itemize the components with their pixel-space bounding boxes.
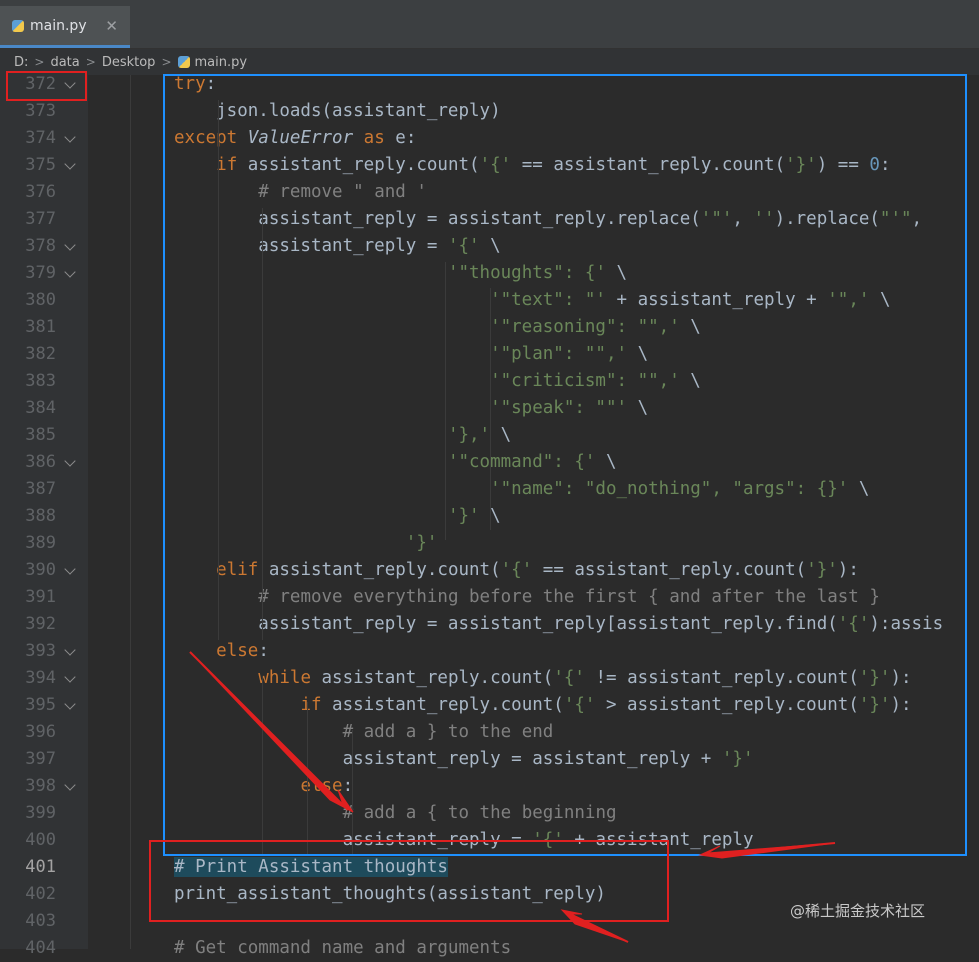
chevron-right-icon: > <box>161 55 172 69</box>
breadcrumb-item-file[interactable]: main.py <box>195 55 248 70</box>
python-file-icon <box>177 56 190 68</box>
line-number: 382 <box>25 344 56 364</box>
line-number: 395 <box>25 695 56 715</box>
fold-chevron-icon[interactable] <box>64 239 76 251</box>
line-number: 400 <box>25 830 56 850</box>
line-number: 403 <box>25 911 56 931</box>
fold-chevron-icon[interactable] <box>64 563 76 575</box>
line-number: 384 <box>25 398 56 418</box>
line-number: 374 <box>25 128 56 148</box>
line-number: 385 <box>25 425 56 445</box>
fold-chevron-icon[interactable] <box>64 698 76 710</box>
line-number: 391 <box>25 587 56 607</box>
fold-chevron-icon[interactable] <box>64 779 76 791</box>
line-number: 394 <box>25 668 56 688</box>
fold-chevron-icon[interactable] <box>64 158 76 170</box>
fold-chevron-icon[interactable] <box>64 455 76 467</box>
line-number: 396 <box>25 722 56 742</box>
chevron-right-icon: > <box>34 55 45 69</box>
editor-tab-bar: main.py ✕ <box>0 6 979 49</box>
line-number: 386 <box>25 452 56 472</box>
tab-main-py[interactable]: main.py ✕ <box>0 6 130 48</box>
line-number: 378 <box>25 236 56 256</box>
line-number: 373 <box>25 101 56 121</box>
red-highlight-box-line-number <box>6 71 87 101</box>
line-number: 397 <box>25 749 56 769</box>
line-number: 388 <box>25 506 56 526</box>
indent-guide <box>130 75 131 949</box>
fold-chevron-icon[interactable] <box>64 644 76 656</box>
blue-highlight-box <box>163 74 967 856</box>
line-number: 375 <box>25 155 56 175</box>
line-number: 393 <box>25 641 56 661</box>
line-number: 401 <box>25 857 56 877</box>
breadcrumb-item-desktop[interactable]: Desktop <box>102 55 156 70</box>
line-number: 392 <box>25 614 56 634</box>
line-number: 379 <box>25 263 56 283</box>
line-number: 381 <box>25 317 56 337</box>
line-number: 389 <box>25 533 56 553</box>
fold-chevron-icon[interactable] <box>64 131 76 143</box>
tab-label: main.py <box>30 17 87 34</box>
watermark: @稀土掘金技术社区 <box>790 902 926 920</box>
python-file-icon <box>12 19 24 32</box>
line-number: 390 <box>25 560 56 580</box>
breadcrumb-item-drive[interactable]: D: <box>14 55 28 70</box>
line-number: 380 <box>25 290 56 310</box>
red-highlight-box-print-block <box>149 840 669 922</box>
chevron-right-icon: > <box>85 55 96 69</box>
fold-chevron-icon[interactable] <box>64 671 76 683</box>
code-token: # Get command name and arguments <box>174 938 512 958</box>
line-number: 402 <box>25 884 56 904</box>
close-tab-icon[interactable]: ✕ <box>105 17 118 35</box>
line-number: 376 <box>25 182 56 202</box>
line-number: 398 <box>25 776 56 796</box>
line-number: 383 <box>25 371 56 391</box>
line-number: 399 <box>25 803 56 823</box>
breadcrumb-item-data[interactable]: data <box>50 55 79 70</box>
line-number: 377 <box>25 209 56 229</box>
line-number: 387 <box>25 479 56 499</box>
fold-chevron-icon[interactable] <box>64 266 76 278</box>
